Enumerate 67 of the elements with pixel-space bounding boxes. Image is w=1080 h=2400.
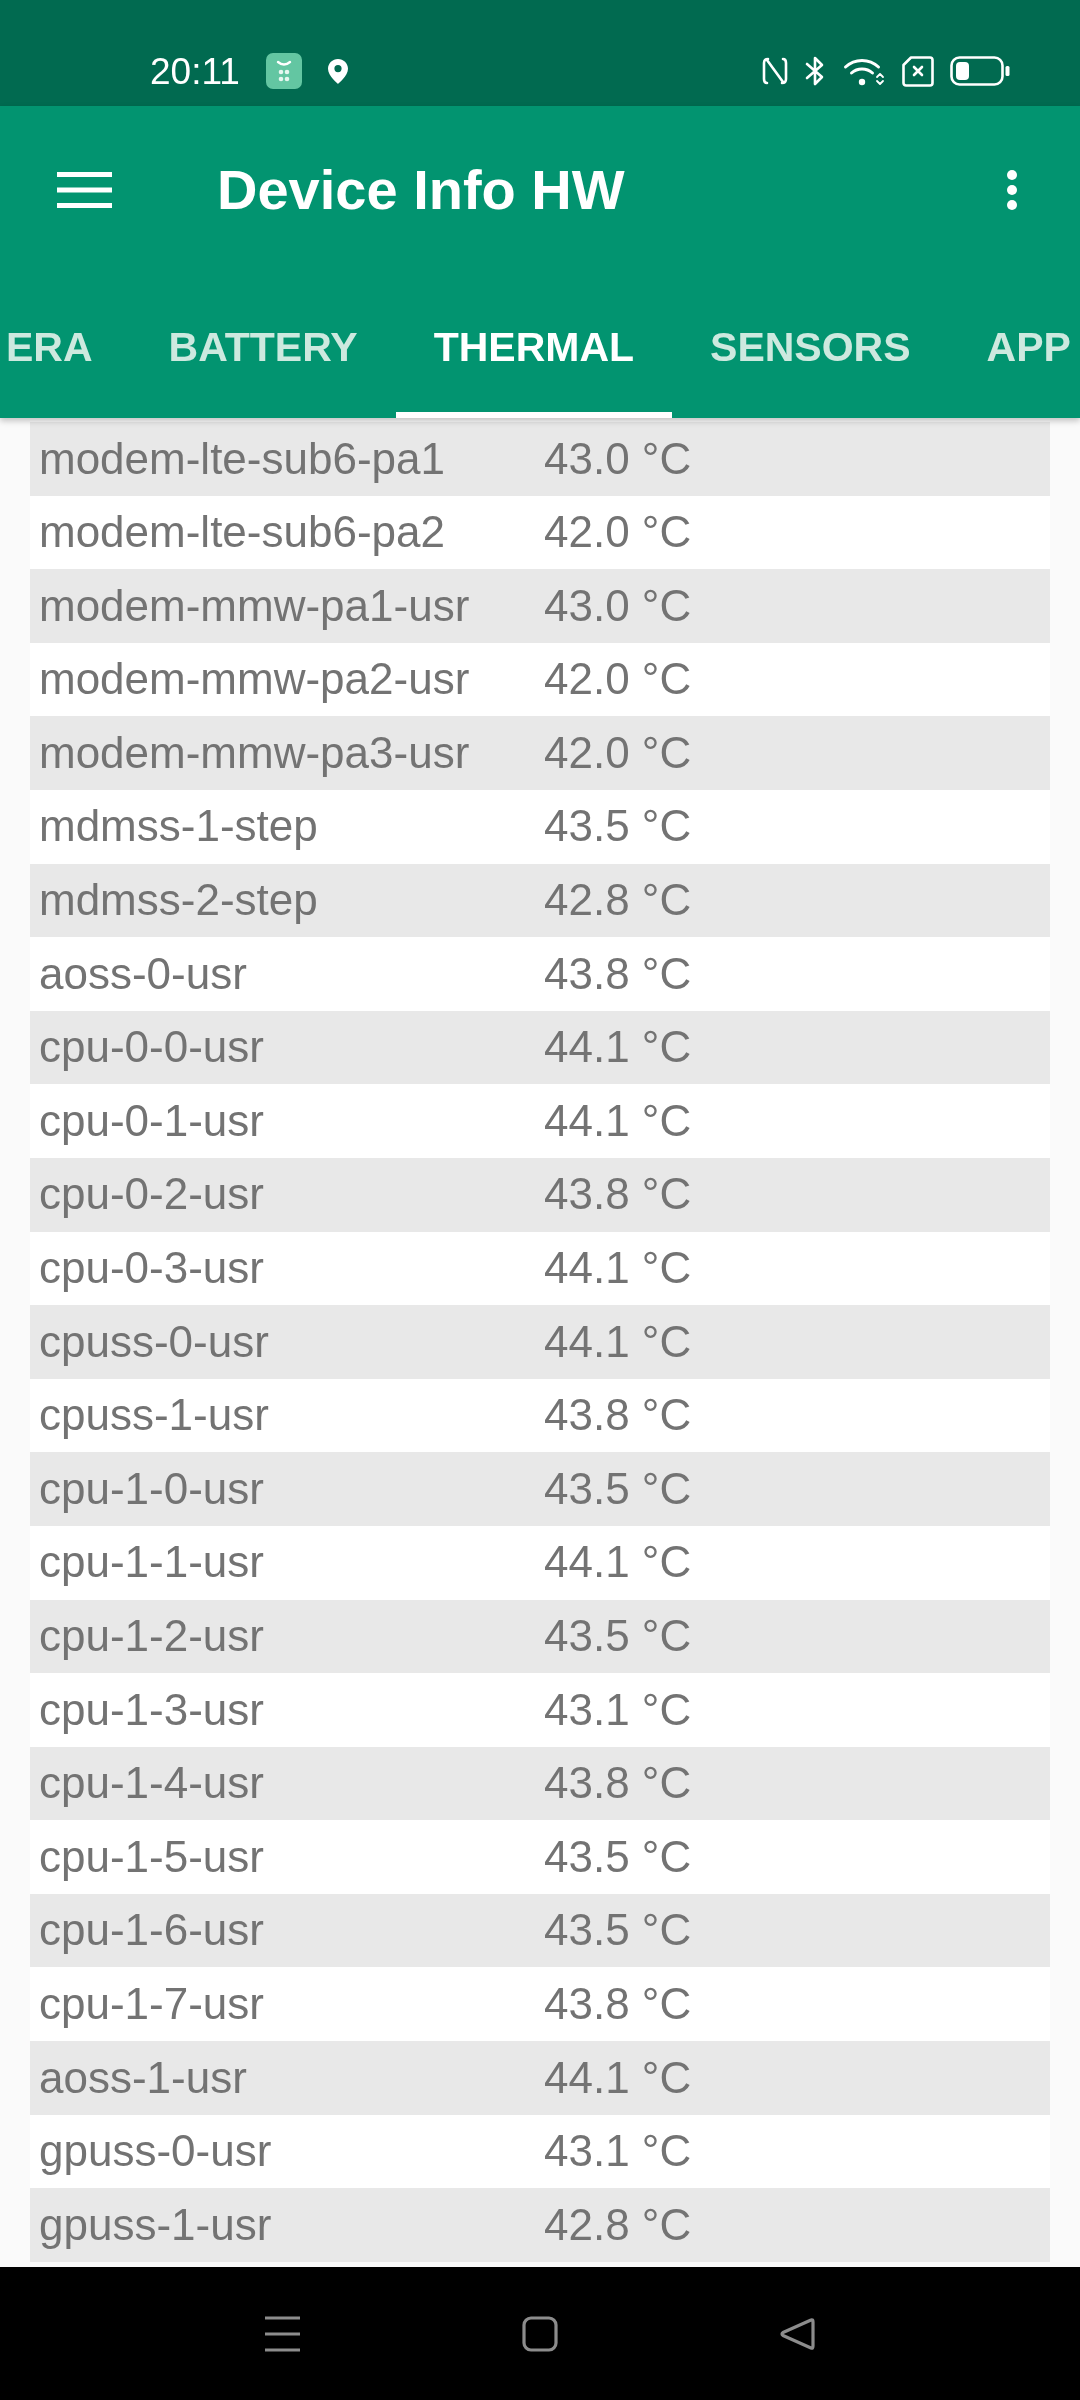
sensor-name: cpu-1-1-usr xyxy=(39,1537,264,1588)
location-pin-icon xyxy=(327,58,348,84)
temperature-reading: 43.8 °C xyxy=(544,1169,692,1221)
sensor-name: gpuss-1-usr xyxy=(39,2199,272,2251)
sensor-name: cpu-0-1-usr xyxy=(39,1095,264,1147)
sensor-name: cpu-0-2-usr xyxy=(39,1169,264,1221)
temperature-reading: 44.1 °C xyxy=(544,1316,692,1368)
recent-apps-icon[interactable] xyxy=(264,2315,301,2352)
sensor-name: cpu-0-3-usr xyxy=(39,1243,264,1294)
temperature-reading: 43.8 °C xyxy=(544,1758,692,1809)
menu-icon[interactable] xyxy=(57,172,112,208)
tab[interactable]: BATTERY xyxy=(130,274,396,418)
temperature-reading: 44.1 °C xyxy=(544,2052,692,2104)
temperature-reading: 43.5 °C xyxy=(544,801,692,853)
bluetooth-icon xyxy=(804,56,826,86)
temperature-reading: 43.1 °C xyxy=(544,1684,692,1736)
temperature-reading: 42.0 °C xyxy=(544,727,692,779)
temperature-reading: 43.0 °C xyxy=(544,580,692,632)
temperature-reading: 43.5 °C xyxy=(544,1905,692,1956)
app-title: Device Info HW xyxy=(217,157,625,223)
temperature-reading: 44.1 °C xyxy=(544,1537,692,1588)
temperature-reading: 42.8 °C xyxy=(544,2199,692,2251)
more-options-icon[interactable] xyxy=(1006,170,1018,210)
temperature-reading: 43.5 °C xyxy=(544,1463,692,1515)
sensor-name: aoss-0-usr xyxy=(39,948,247,1000)
sensor-name: cpu-1-3-usr xyxy=(39,1684,264,1736)
temperature-reading: 43.0 °C xyxy=(544,433,692,485)
sensor-name: modem-mmw-pa3-usr xyxy=(39,727,470,779)
temperature-reading: 44.1 °C xyxy=(544,1022,692,1073)
sensor-name: cpu-1-5-usr xyxy=(39,1831,264,1883)
temperature-reading: 43.8 °C xyxy=(544,948,692,1000)
temperature-reading: 43.5 °C xyxy=(544,1611,692,1662)
sensor-name: modem-mmw-pa2-usr xyxy=(39,654,470,705)
sensor-name: mdmss-2-step xyxy=(39,875,318,926)
status-time: 20:11 xyxy=(150,52,240,90)
sensor-name: modem-mmw-pa1-usr xyxy=(39,580,470,632)
temperature-reading: 43.1 °C xyxy=(544,2126,692,2177)
tab[interactable]: SENSORS xyxy=(672,274,949,418)
temperature-reading: 42.0 °C xyxy=(544,507,692,558)
sensor-name: cpu-1-4-usr xyxy=(39,1758,264,1809)
sensor-name: modem-lte-sub6-pa1 xyxy=(39,433,445,485)
sensor-name: gpuss-0-usr xyxy=(39,2126,272,2177)
temperature-reading: 43.8 °C xyxy=(544,1390,692,1441)
temperature-reading: 42.0 °C xyxy=(544,654,692,705)
no-sim-icon xyxy=(902,55,934,87)
temperature-reading: 44.1 °C xyxy=(544,1243,692,1294)
sensor-name: mdmss-1-step xyxy=(39,801,318,853)
nfc-icon xyxy=(762,56,788,86)
notification-app-icon xyxy=(265,53,302,89)
tab[interactable]: APP xyxy=(948,274,1071,418)
sensor-name: cpu-1-6-usr xyxy=(39,1905,264,1956)
sensor-name: cpu-1-7-usr xyxy=(39,1978,264,2030)
battery-icon xyxy=(950,56,1010,86)
sensor-name: cpu-1-2-usr xyxy=(39,1611,264,1662)
sensor-name: cpu-0-0-usr xyxy=(39,1022,264,1073)
temperature-reading: 43.8 °C xyxy=(544,1978,692,2030)
sensor-name: cpu-1-0-usr xyxy=(39,1463,264,1515)
tab[interactable]: ERA xyxy=(6,274,131,418)
sensor-name: aoss-1-usr xyxy=(39,2052,247,2104)
back-icon[interactable] xyxy=(779,2315,815,2352)
sensor-name: modem-lte-sub6-pa2 xyxy=(39,507,445,558)
sensor-name: cpuss-0-usr xyxy=(39,1316,269,1368)
home-icon[interactable] xyxy=(522,2315,558,2352)
temperature-reading: 43.5 °C xyxy=(544,1831,692,1883)
temperature-reading: 44.1 °C xyxy=(544,1095,692,1147)
temperature-reading: 42.8 °C xyxy=(544,875,692,926)
sensor-name: cpuss-1-usr xyxy=(39,1390,269,1441)
